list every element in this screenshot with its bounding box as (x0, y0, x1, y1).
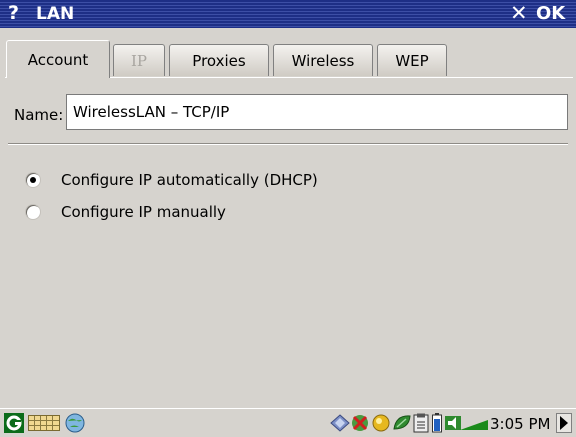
chevron-right-icon[interactable] (560, 416, 568, 430)
network-globe-icon[interactable] (64, 412, 86, 434)
tab-account[interactable]: Account (6, 40, 110, 78)
battery-icon[interactable] (432, 413, 442, 433)
taskbar: 3:05 PM (0, 408, 576, 437)
ok-button[interactable]: OK (536, 3, 565, 25)
clipboard-icon[interactable] (413, 413, 429, 433)
tab-ip[interactable]: IP (113, 44, 165, 76)
start-icon[interactable] (4, 413, 24, 433)
sun-icon[interactable] (371, 413, 391, 433)
tab-proxies[interactable]: Proxies (169, 44, 269, 76)
radio-selected-dot (30, 177, 36, 183)
help-button[interactable]: ? (8, 2, 19, 24)
leaf-icon[interactable] (392, 413, 412, 433)
tools-icon[interactable] (350, 413, 370, 433)
name-input[interactable] (66, 94, 568, 130)
name-label: Name: (14, 106, 64, 124)
keyboard-icon[interactable] (28, 415, 60, 431)
tab-wep[interactable]: WEP (377, 44, 447, 76)
diamond-icon[interactable] (330, 414, 350, 432)
clock[interactable]: 3:05 PM (490, 415, 550, 433)
window-title: LAN (36, 4, 75, 24)
radio-manual-button[interactable] (26, 205, 40, 219)
network-cable-icon[interactable] (460, 419, 488, 431)
title-bar: ? LAN ✕ OK (0, 0, 576, 28)
radio-dhcp-label[interactable]: Configure IP automatically (DHCP) (61, 170, 318, 190)
tab-wireless[interactable]: Wireless (273, 44, 373, 76)
separator (8, 143, 568, 145)
radio-dhcp-button[interactable] (26, 173, 40, 187)
close-icon[interactable]: ✕ (510, 1, 528, 25)
radio-manual-label[interactable]: Configure IP manually (61, 202, 226, 222)
